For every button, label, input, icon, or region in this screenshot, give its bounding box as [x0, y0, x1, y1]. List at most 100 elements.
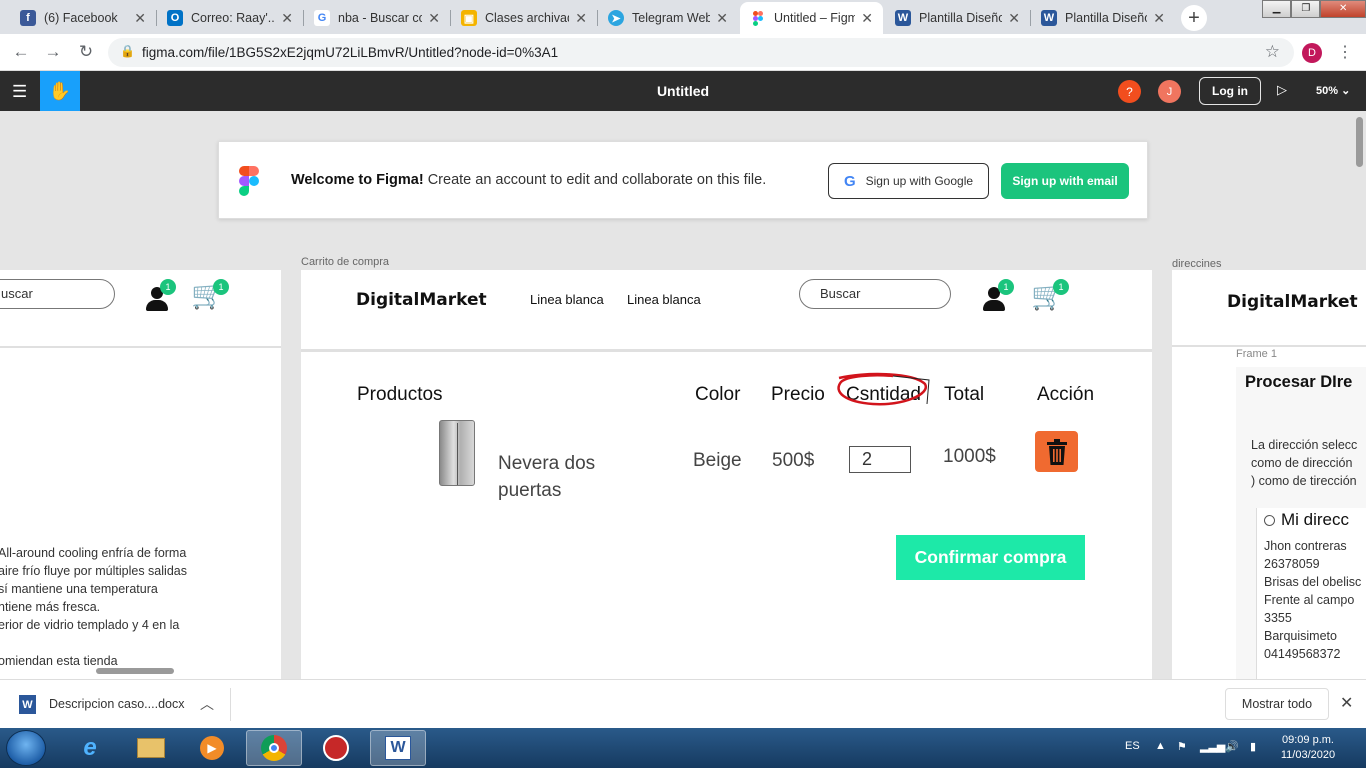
- word-doc-icon: W: [19, 695, 36, 714]
- address-info-line-3: ) como de tirección: [1251, 474, 1357, 488]
- product-total: 1000$: [943, 446, 996, 467]
- quantity-input[interactable]: 2: [849, 446, 911, 473]
- vertical-scrollbar[interactable]: [1356, 117, 1363, 167]
- tab-word-2[interactable]: W Plantilla Diseño ✕: [1031, 2, 1175, 34]
- help-button[interactable]: ?: [1118, 80, 1141, 103]
- forward-arrow-icon[interactable]: →: [42, 42, 64, 62]
- confirm-purchase-button[interactable]: Confirmar compra: [896, 535, 1085, 580]
- tab-google-search[interactable]: G nba - Buscar co ✕: [304, 2, 450, 34]
- sign-up-google-label: Sign up with Google: [865, 174, 974, 188]
- close-icon[interactable]: ✕: [134, 10, 146, 27]
- user-avatar[interactable]: J: [1158, 80, 1181, 103]
- network-signal-icon[interactable]: ▂▃▅: [1200, 740, 1225, 753]
- tray-expand-icon[interactable]: ▲: [1155, 740, 1166, 752]
- cart-badge: 1: [1053, 279, 1069, 295]
- window-close-button[interactable]: ✕: [1320, 0, 1366, 18]
- power-icon[interactable]: ▮: [1250, 740, 1256, 753]
- header-total: Total: [944, 384, 985, 405]
- nav-link-linea-blanca-2[interactable]: Linea blanca: [627, 292, 701, 307]
- google-icon: G: [314, 10, 330, 26]
- download-file-name[interactable]: Descripcion caso....docx: [49, 697, 184, 711]
- close-icon[interactable]: ✕: [1340, 693, 1353, 713]
- profile-avatar[interactable]: D: [1302, 43, 1322, 63]
- windows-taskbar: e ▶ W ES ▲ ⚑ ▂▃▅ 🔊 ▮ 09:09 p.m. 11/03/20…: [0, 728, 1366, 768]
- tab-label: Untitled – Figm: [774, 11, 856, 25]
- tab-figma[interactable]: Untitled – Figm ✕: [740, 2, 883, 34]
- search-input[interactable]: uscar: [0, 279, 115, 309]
- maximize-button[interactable]: ❐: [1291, 0, 1321, 18]
- back-arrow-icon[interactable]: ←: [10, 42, 32, 62]
- action-center-icon[interactable]: ⚑: [1177, 740, 1187, 753]
- lock-icon: 🔒: [120, 44, 135, 58]
- clock-date: 11/03/2020: [1280, 749, 1336, 761]
- volume-icon[interactable]: 🔊: [1225, 740, 1239, 753]
- show-all-button[interactable]: Mostrar todo: [1225, 688, 1329, 720]
- frame-label-direcciones[interactable]: direccines: [1172, 258, 1222, 270]
- close-icon[interactable]: ✕: [575, 10, 587, 27]
- tab-label: Plantilla Diseño: [919, 11, 1003, 25]
- present-play-icon[interactable]: ▷: [1277, 82, 1287, 98]
- frame-label-cart[interactable]: Carrito de compra: [301, 256, 389, 268]
- figma-canvas[interactable]: uscar 1 🛒 1 All-around cooling enfría de…: [0, 111, 1366, 679]
- menu-kebab-icon[interactable]: ⋮: [1337, 42, 1353, 62]
- trash-icon: [1046, 438, 1067, 465]
- figma-logo-icon: [239, 166, 259, 196]
- word-taskbar-icon[interactable]: W: [370, 730, 426, 766]
- new-tab-button[interactable]: +: [1181, 5, 1207, 31]
- chrome-icon[interactable]: [246, 730, 302, 766]
- header-color: Color: [695, 384, 741, 405]
- language-indicator[interactable]: ES: [1125, 740, 1140, 752]
- address-bar[interactable]: 🔒 figma.com/file/1BG5S2xE2jqmU72LiLBmvR/…: [108, 38, 1294, 67]
- tab-classroom[interactable]: ▣ Clases archivad ✕: [451, 2, 597, 34]
- horizontal-scrollbar[interactable]: [96, 668, 174, 674]
- sign-up-google-button[interactable]: G Sign up with Google: [828, 163, 989, 199]
- minimize-button[interactable]: ▁: [1262, 0, 1292, 18]
- sign-up-email-button[interactable]: Sign up with email: [1001, 163, 1129, 199]
- header-divider: [301, 349, 1152, 352]
- close-icon[interactable]: ✕: [1153, 10, 1165, 27]
- cart-frame[interactable]: DigitalMarket Linea blanca Linea blanca …: [301, 270, 1152, 679]
- welcome-banner: Welcome to Figma! Create an account to e…: [218, 141, 1148, 219]
- radio-button[interactable]: [1264, 514, 1275, 526]
- tab-telegram[interactable]: ➤ Telegram Web ✕: [598, 2, 738, 34]
- banner-message: Welcome to Figma! Create an account to e…: [291, 172, 766, 188]
- clock-time: 09:09 p.m.: [1282, 734, 1334, 746]
- address-details: Jhon contreras 26378059 Brisas del obeli…: [1264, 537, 1361, 663]
- antivirus-icon[interactable]: [308, 730, 364, 766]
- chevron-up-icon[interactable]: ︿: [200, 694, 214, 714]
- close-icon[interactable]: ✕: [1008, 10, 1020, 27]
- banner-text: Create an account to edit and collaborat…: [423, 172, 767, 188]
- download-bar: W Descripcion caso....docx ︿ Mostrar tod…: [0, 679, 1366, 728]
- close-icon[interactable]: ✕: [428, 10, 440, 27]
- product-name-line-1: Nevera dos: [498, 453, 596, 474]
- search-input[interactable]: Buscar: [799, 279, 951, 309]
- browser-tab-strip: f (6) Facebook ✕ O Correo: Raay'.. L ✕ G…: [0, 0, 1366, 34]
- system-clock[interactable]: 09:09 p.m. 11/03/2020: [1275, 733, 1341, 763]
- header-accion: Acción: [1037, 384, 1095, 405]
- tab-word-1[interactable]: W Plantilla Diseño ✕: [885, 2, 1030, 34]
- media-player-icon[interactable]: ▶: [184, 730, 240, 766]
- left-frame[interactable]: uscar 1 🛒 1 All-around cooling enfría de…: [0, 270, 281, 679]
- nav-link-linea-blanca-1[interactable]: Linea blanca: [530, 292, 604, 307]
- delete-item-button[interactable]: [1035, 431, 1078, 472]
- login-button[interactable]: Log in: [1199, 77, 1261, 105]
- address-line: 3355: [1264, 611, 1292, 625]
- header-divider: [0, 346, 281, 348]
- tab-outlook[interactable]: O Correo: Raay'.. L ✕: [157, 2, 303, 34]
- zoom-dropdown[interactable]: 50% ⌄: [1316, 84, 1350, 97]
- address-radio-option[interactable]: Mi direcc: [1264, 510, 1349, 530]
- file-explorer-icon[interactable]: [123, 730, 179, 766]
- banner-title: Welcome to Figma!: [291, 172, 424, 188]
- address-frame[interactable]: DigitalMarket Frame 1 Procesar DIre La d…: [1172, 270, 1366, 679]
- close-icon[interactable]: ✕: [716, 10, 728, 27]
- url-text[interactable]: figma.com/file/1BG5S2xE2jqmU72LiLBmvR/Un…: [142, 45, 558, 60]
- tab-facebook[interactable]: f (6) Facebook ✕: [10, 2, 156, 34]
- outlook-icon: O: [167, 10, 183, 26]
- internet-explorer-icon[interactable]: e: [62, 730, 118, 766]
- close-icon[interactable]: ✕: [861, 10, 873, 27]
- product-name: Nevera dos puertas: [498, 450, 595, 504]
- start-button[interactable]: [6, 730, 46, 766]
- bookmark-star-icon[interactable]: ☆: [1265, 42, 1280, 62]
- reload-icon[interactable]: ↻: [75, 42, 97, 62]
- close-icon[interactable]: ✕: [281, 10, 293, 27]
